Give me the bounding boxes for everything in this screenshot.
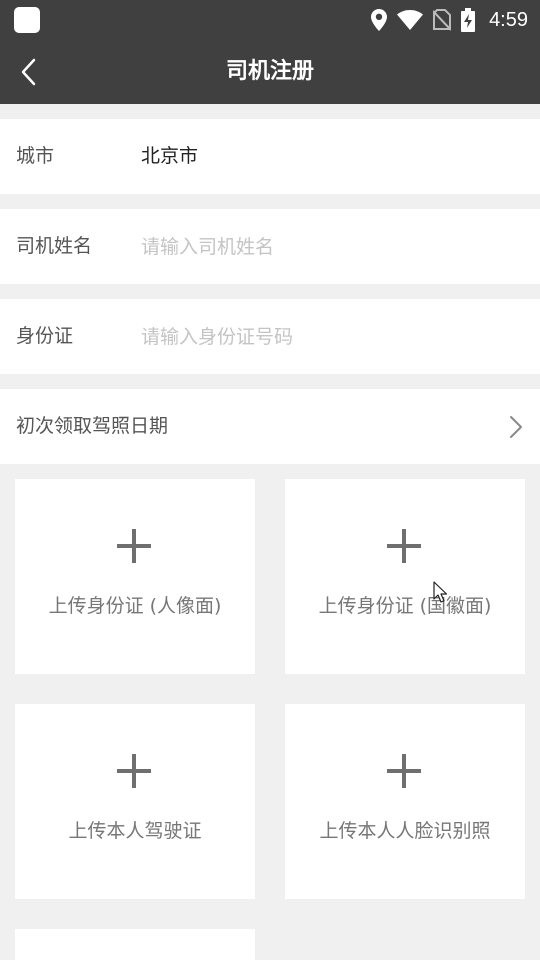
plus-icon — [117, 529, 151, 563]
page-title: 司机注册 — [225, 59, 314, 84]
license-date-label: 初次领取驾照日期 — [16, 415, 169, 437]
status-icons: 4:59 — [371, 7, 528, 33]
plus-icon — [387, 754, 421, 788]
no-sim-icon — [433, 9, 452, 31]
id-card-label: 身份证 — [16, 325, 74, 347]
wifi-icon — [397, 10, 424, 30]
upload-id-front-card[interactable]: 上传身份证 (人像面) — [15, 479, 255, 674]
city-row[interactable]: 城市 北京市 — [0, 119, 540, 194]
license-date-row[interactable]: 初次领取驾照日期 — [0, 389, 540, 464]
driver-name-input[interactable] — [141, 227, 521, 267]
city-value: 北京市 — [141, 145, 199, 167]
upload-id-front-label: 上传身份证 (人像面) — [48, 595, 222, 617]
chevron-right-icon — [510, 416, 522, 438]
battery-charging-icon — [461, 8, 476, 32]
location-icon — [371, 9, 388, 31]
upload-id-back-card[interactable]: 上传身份证 (国徽面) — [285, 479, 525, 674]
upload-id-back-label: 上传身份证 (国徽面) — [318, 595, 492, 617]
app-square-icon — [14, 7, 40, 33]
upload-license-card[interactable]: 上传本人驾驶证 — [15, 704, 255, 899]
driver-name-row: 司机姓名 — [0, 209, 540, 284]
upload-license-label: 上传本人驾驶证 — [68, 820, 202, 842]
mouse-cursor-icon — [433, 581, 447, 603]
status-bar: 4:59 — [0, 0, 540, 40]
id-card-input[interactable] — [141, 317, 521, 357]
status-time: 4:59 — [489, 8, 528, 31]
plus-icon — [387, 529, 421, 563]
plus-icon — [117, 754, 151, 788]
id-card-row: 身份证 — [0, 299, 540, 374]
app-header: 司机注册 — [0, 40, 540, 104]
driver-name-label: 司机姓名 — [16, 235, 93, 257]
upload-face-label: 上传本人人脸识别照 — [319, 820, 491, 842]
upload-face-card[interactable]: 上传本人人脸识别照 — [285, 704, 525, 899]
city-label: 城市 — [16, 145, 55, 167]
upload-extra-card[interactable] — [15, 929, 255, 960]
